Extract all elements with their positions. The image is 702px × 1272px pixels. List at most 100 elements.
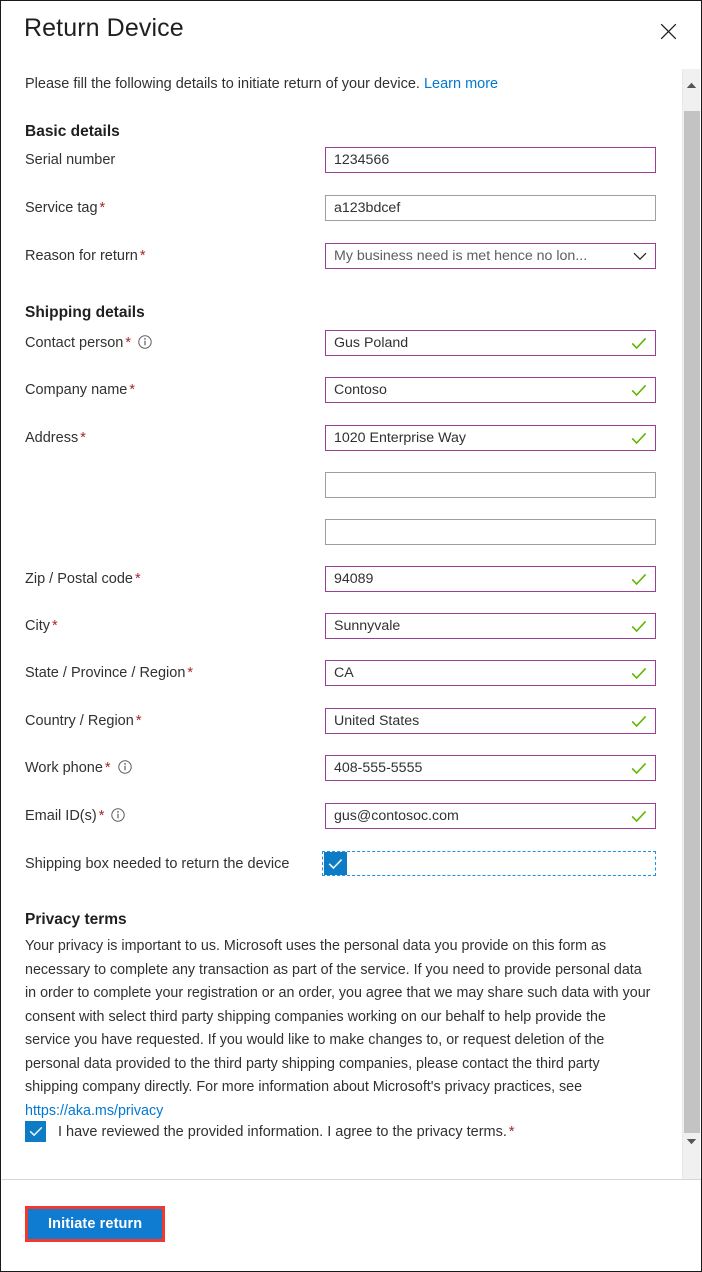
input-value: Contoso <box>334 382 387 398</box>
label-text: State / Province / Region <box>25 665 186 681</box>
label-text: Email ID(s) <box>25 808 97 824</box>
privacy-policy-link[interactable]: https://aka.ms/privacy <box>25 1103 163 1119</box>
initiate-return-button[interactable]: Initiate return <box>28 1209 163 1239</box>
select-value: My business need is met hence no lon... <box>334 248 588 264</box>
label-text: Zip / Postal code <box>25 571 133 587</box>
input-value: 94089 <box>334 571 374 587</box>
field-row-serial-number: Serial number 1234566 <box>2 147 678 173</box>
input-value: CA <box>334 665 354 681</box>
address-line-2-input[interactable] <box>325 472 656 498</box>
field-row-state-province-region: State / Province / Region * CA <box>2 660 678 686</box>
label-text: Address <box>25 430 79 446</box>
required-asterisk: * <box>125 335 131 351</box>
field-row-address-line-3 <box>2 519 678 545</box>
label-city: City * <box>25 613 58 639</box>
vertical-scrollbar[interactable] <box>682 69 700 1181</box>
shipping-box-row: Shipping box needed to return the device <box>2 851 678 877</box>
label-text: Serial number <box>25 152 116 168</box>
valid-check-icon <box>631 573 647 586</box>
state-province-region-input[interactable]: CA <box>325 660 656 686</box>
input-value: gus@contosoc.com <box>334 808 459 824</box>
valid-check-icon <box>631 810 647 823</box>
chevron-down-icon[interactable] <box>633 252 647 261</box>
label-service-tag: Service tag * <box>25 195 105 221</box>
label-text: Service tag <box>25 200 98 216</box>
label-text: Country / Region <box>25 713 134 729</box>
info-icon[interactable] <box>138 335 152 349</box>
service-tag-input[interactable]: a123bdcef <box>325 195 656 221</box>
contact-person-input[interactable]: Gus Poland <box>325 330 656 356</box>
scroll-up-button[interactable] <box>683 75 700 95</box>
required-asterisk: * <box>51 618 58 634</box>
caret-down-icon <box>686 1138 697 1145</box>
agree-terms-checkbox[interactable] <box>25 1121 46 1142</box>
field-row-country-region: Country / Region * United States <box>2 708 678 734</box>
scroll-down-button[interactable] <box>683 1131 700 1151</box>
required-asterisk: * <box>508 1123 515 1140</box>
submit-highlight-box: Initiate return <box>25 1206 166 1242</box>
dialog-body: Please fill the following details to ini… <box>2 69 700 1181</box>
field-row-address-line-2 <box>2 472 678 498</box>
label-country-region: Country / Region * <box>25 708 141 734</box>
valid-check-icon <box>631 384 647 397</box>
required-asterisk: * <box>135 713 142 729</box>
label-text: Contact person <box>25 335 124 351</box>
learn-more-link[interactable]: Learn more <box>424 76 498 92</box>
label-address: Address * <box>25 425 86 451</box>
valid-check-icon <box>631 432 647 445</box>
agree-label-text: I have reviewed the provided information… <box>58 1123 507 1140</box>
city-input[interactable]: Sunnyvale <box>325 613 656 639</box>
shipping-box-label: Shipping box needed to return the device <box>25 856 290 872</box>
close-button[interactable] <box>651 14 685 48</box>
address-line-1-input[interactable]: 1020 Enterprise Way <box>325 425 656 451</box>
shipping-box-focus-ring[interactable] <box>322 851 656 876</box>
input-value: 408-555-5555 <box>334 760 423 776</box>
info-icon[interactable] <box>111 808 126 822</box>
label-text: Company name <box>25 382 128 398</box>
reason-for-return-select[interactable]: My business need is met hence no lon... <box>325 243 656 269</box>
field-row-address-line-1: Address * 1020 Enterprise Way <box>2 425 678 451</box>
required-asterisk: * <box>139 248 146 264</box>
info-icon[interactable] <box>117 760 132 774</box>
field-row-zip-postal-code: Zip / Postal code * 94089 <box>2 566 678 592</box>
shipping-box-checkbox[interactable] <box>324 852 347 875</box>
required-asterisk: * <box>80 430 86 446</box>
label-zip-postal-code: Zip / Postal code * <box>25 566 141 592</box>
label-state-province-region: State / Province / Region * <box>25 660 193 686</box>
email-ids-input[interactable]: gus@contosoc.com <box>325 803 656 829</box>
checkmark-icon <box>29 1126 42 1137</box>
required-asterisk: * <box>104 760 111 776</box>
label-work-phone: Work phone * <box>25 755 132 781</box>
address-line-3-input[interactable] <box>325 519 656 545</box>
valid-check-icon <box>631 667 647 680</box>
zip-postal-code-input[interactable]: 94089 <box>325 566 656 592</box>
agree-terms-label: I have reviewed the provided information… <box>58 1124 515 1140</box>
field-row-email-ids: Email ID(s) * gus@contosoc.com <box>2 803 678 829</box>
company-name-input[interactable]: Contoso <box>325 377 656 403</box>
field-row-work-phone: Work phone * 408-555-5555 <box>2 755 678 781</box>
valid-check-icon <box>631 762 647 775</box>
field-row-city: City * Sunnyvale <box>2 613 678 639</box>
required-asterisk: * <box>99 200 106 216</box>
close-icon <box>660 23 677 40</box>
section-heading-shipping: Shipping details <box>25 304 145 321</box>
valid-check-icon <box>631 715 647 728</box>
return-device-dialog: Return Device Please fill the following … <box>0 0 702 1272</box>
caret-up-icon <box>686 82 697 89</box>
required-asterisk: * <box>98 808 105 824</box>
required-asterisk: * <box>187 665 194 681</box>
required-asterisk: * <box>129 382 136 398</box>
input-value: 1234566 <box>334 152 390 168</box>
input-value: 1020 Enterprise Way <box>334 430 466 446</box>
country-region-input[interactable]: United States <box>325 708 656 734</box>
page-title: Return Device <box>24 14 184 42</box>
scrollbar-thumb[interactable] <box>684 111 700 1133</box>
serial-number-input[interactable]: 1234566 <box>325 147 656 173</box>
input-value: United States <box>334 713 420 729</box>
input-value: a123bdcef <box>334 200 401 216</box>
work-phone-input[interactable]: 408-555-5555 <box>325 755 656 781</box>
field-row-reason-for-return: Reason for return * My business need is m… <box>2 243 678 269</box>
section-heading-basic: Basic details <box>25 123 120 140</box>
label-reason-for-return: Reason for return * <box>25 243 146 269</box>
label-text: City <box>25 618 50 634</box>
